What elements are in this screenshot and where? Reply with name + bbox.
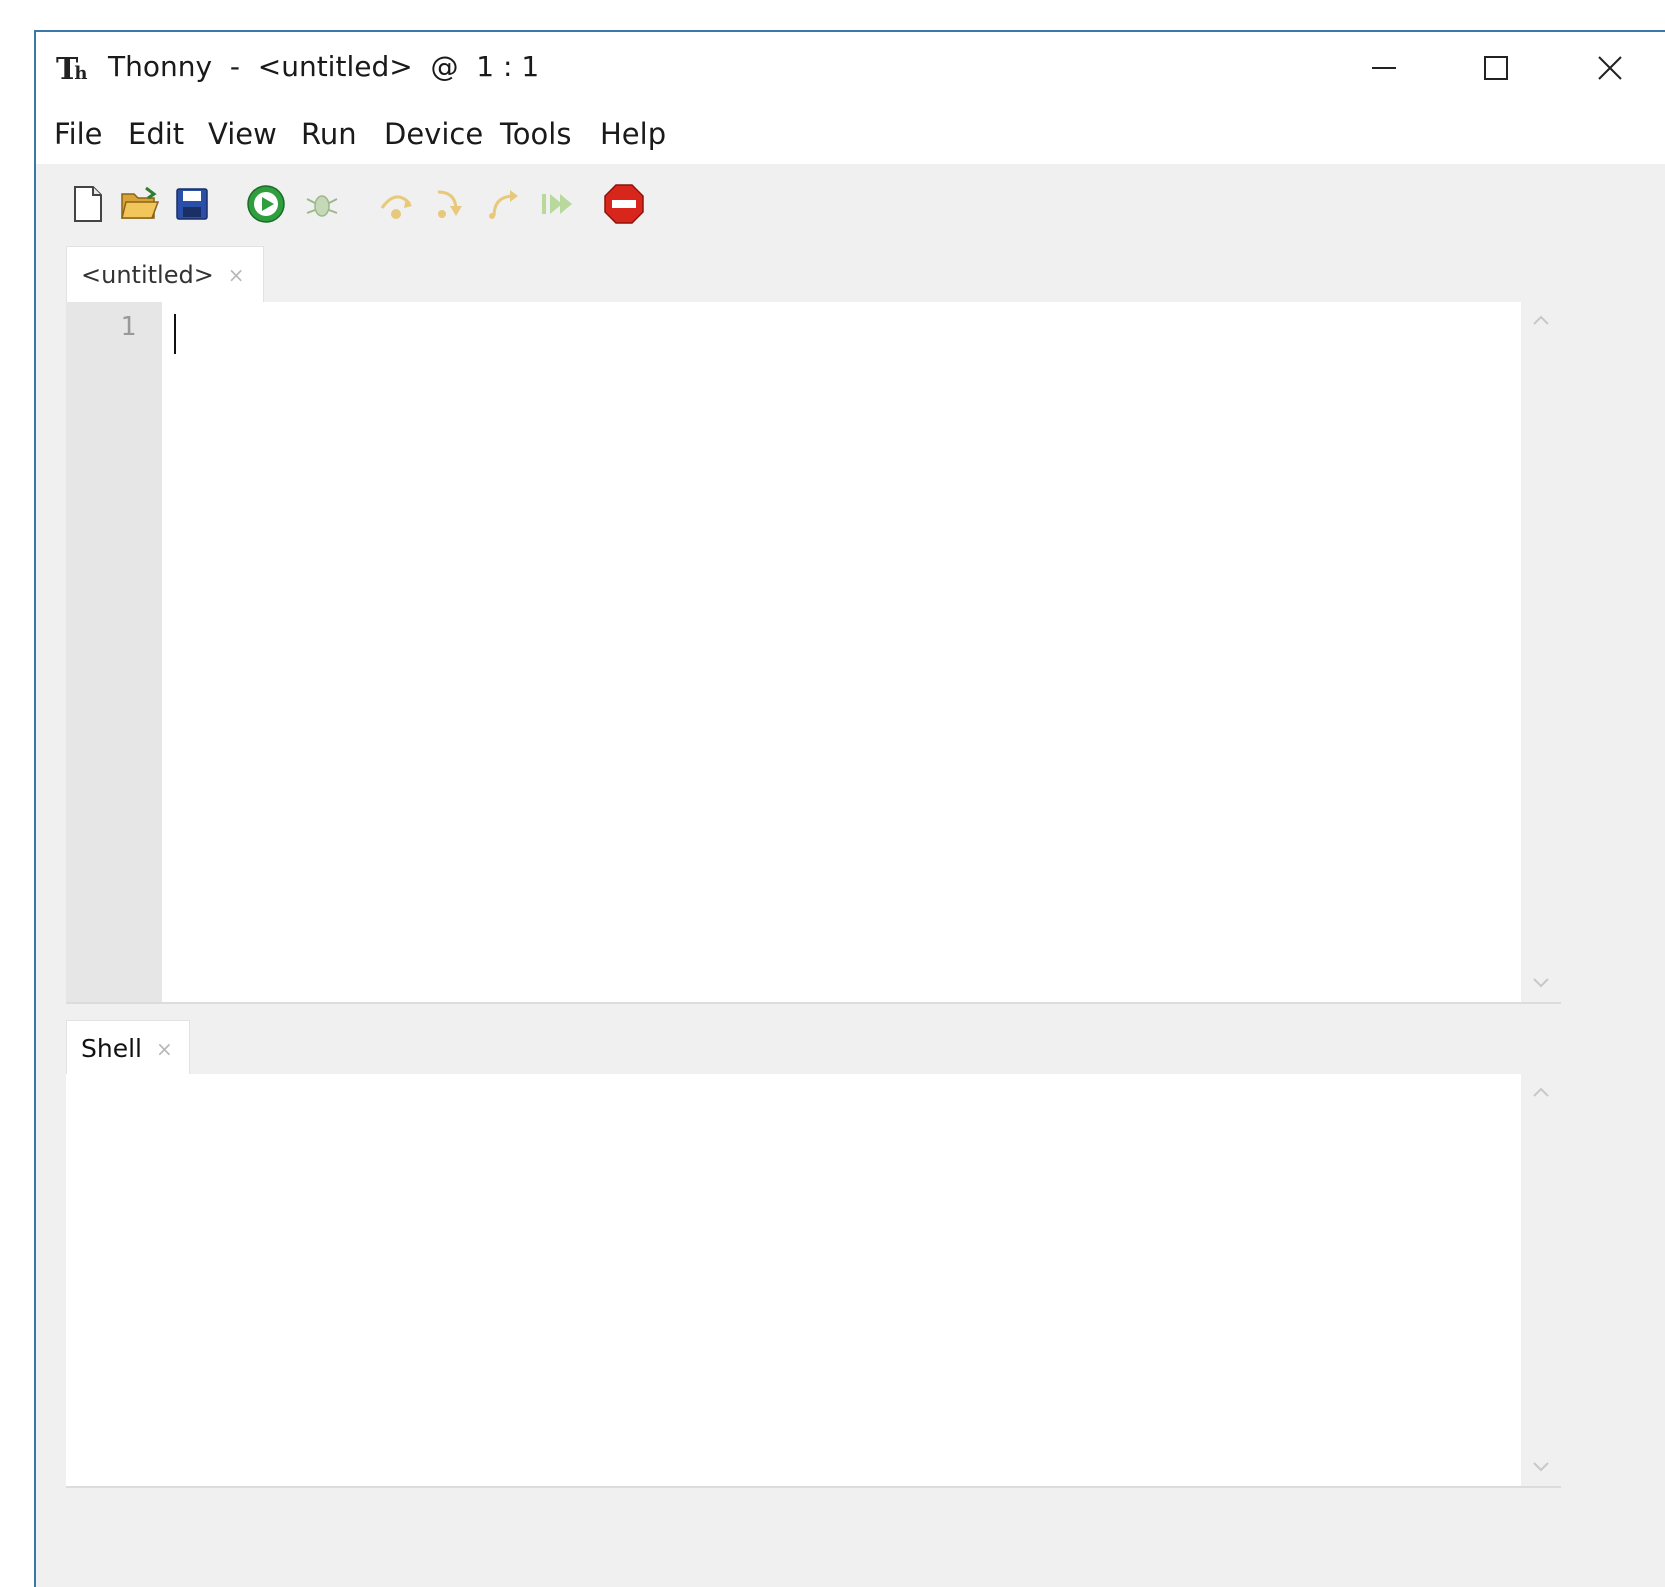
- thonny-window: Th Thonny - <untitled> @ 1 : 1 File Edit…: [34, 30, 1665, 1587]
- menu-help[interactable]: Help: [600, 112, 666, 156]
- stop-icon: [604, 184, 644, 224]
- shell-tab-bar: Shell ×: [66, 1020, 1566, 1076]
- shell-scroll-up-icon[interactable]: [1521, 1082, 1561, 1103]
- debug-button[interactable]: [300, 182, 344, 226]
- tab-label: <untitled>: [81, 260, 214, 289]
- code-text-area[interactable]: [162, 302, 1521, 1002]
- debug-icon: [306, 195, 338, 217]
- menu-bar: File Edit View Run Device Tools Help: [36, 104, 1665, 164]
- thonny-logo-icon: Th: [56, 52, 88, 87]
- menu-edit[interactable]: Edit: [128, 112, 184, 156]
- line-number: 1: [120, 312, 136, 342]
- run-icon: [247, 185, 285, 223]
- tab-close-button[interactable]: ×: [228, 263, 245, 287]
- menu-file[interactable]: File: [54, 112, 103, 156]
- minimize-icon: [1372, 67, 1396, 69]
- shell-tab-label: Shell: [81, 1034, 142, 1063]
- menu-view[interactable]: View: [208, 112, 277, 156]
- tab-shell[interactable]: Shell ×: [66, 1020, 190, 1076]
- step-into-icon: [437, 190, 462, 218]
- title-bar: Th Thonny - <untitled> @ 1 : 1: [36, 32, 1665, 104]
- shell-scrollbar[interactable]: [1521, 1074, 1561, 1486]
- close-icon: [1598, 56, 1622, 80]
- stop-button[interactable]: [602, 182, 646, 226]
- resume-icon: [542, 194, 572, 214]
- new-file-button[interactable]: [66, 182, 110, 226]
- save-icon: [176, 188, 208, 220]
- step-out-button[interactable]: [482, 182, 526, 226]
- shell-panel: [66, 1074, 1561, 1488]
- step-out-icon: [489, 190, 518, 219]
- step-into-button[interactable]: [428, 182, 472, 226]
- shell-tab-close-button[interactable]: ×: [156, 1037, 173, 1061]
- scroll-down-icon[interactable]: [1521, 973, 1561, 994]
- menu-tools[interactable]: Tools: [500, 112, 571, 156]
- text-cursor: [174, 314, 176, 354]
- close-window-button[interactable]: [1580, 44, 1640, 92]
- open-file-button[interactable]: [118, 182, 162, 226]
- code-editor: 1: [66, 302, 1561, 1004]
- open-file-icon: [121, 186, 160, 219]
- menu-run[interactable]: Run: [301, 112, 357, 156]
- run-button[interactable]: [244, 182, 288, 226]
- shell-scroll-down-icon[interactable]: [1521, 1457, 1561, 1478]
- save-button[interactable]: [170, 182, 214, 226]
- scroll-up-icon[interactable]: [1521, 310, 1561, 331]
- window-title: Thonny - <untitled> @ 1 : 1: [108, 50, 540, 83]
- step-over-button[interactable]: [374, 182, 418, 226]
- toolbar: [36, 164, 1665, 244]
- step-over-icon: [380, 195, 412, 219]
- maximize-icon: [1484, 56, 1508, 80]
- tab-untitled[interactable]: <untitled> ×: [66, 246, 264, 302]
- new-file-icon: [74, 186, 102, 222]
- editor-scrollbar[interactable]: [1521, 302, 1561, 1002]
- shell-text-area[interactable]: [66, 1074, 1521, 1486]
- menu-device[interactable]: Device: [384, 112, 483, 156]
- line-number-gutter: 1: [66, 302, 162, 1002]
- editor-tab-bar: <untitled> ×: [66, 246, 1566, 302]
- minimize-button[interactable]: [1354, 44, 1414, 92]
- maximize-button[interactable]: [1466, 44, 1526, 92]
- resume-button[interactable]: [536, 182, 580, 226]
